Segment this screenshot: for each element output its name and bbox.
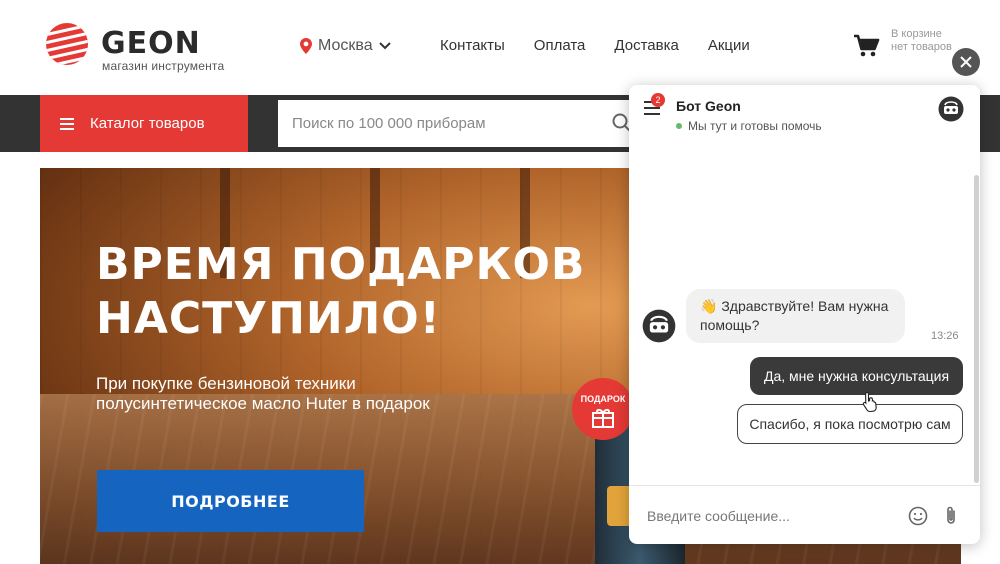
hand-cursor-icon xyxy=(862,391,877,413)
city-selector[interactable]: Москва xyxy=(300,36,391,56)
message-time: 13:26 xyxy=(931,330,959,342)
banner-subtitle: При покупке бензиновой техники полусинте… xyxy=(96,374,430,413)
bot-name: Бот Geon xyxy=(676,98,741,114)
geon-logo[interactable]: GEON магазин инструмента xyxy=(45,22,245,74)
nav-promotions[interactable]: Акции xyxy=(708,37,750,54)
search-box xyxy=(278,100,638,147)
bot-status-text: Мы тут и готовы помочь xyxy=(688,119,822,133)
catalog-button[interactable]: Каталог товаров xyxy=(40,95,248,152)
chat-composer xyxy=(629,485,980,544)
banner-title: ВРЕМЯ ПОДАРКОВ НАСТУПИЛО! xyxy=(96,239,586,344)
gift-label: ПОДАРОК xyxy=(580,394,626,404)
location-pin-icon xyxy=(300,38,312,54)
city-label: Москва xyxy=(318,37,373,54)
menu-icon xyxy=(60,117,74,130)
chat-widget: 2 Бот Geon Мы тут и готовы помочь 👋 Здра… xyxy=(629,85,980,544)
quick-reply-consultation[interactable]: Да, мне нужна консультация xyxy=(750,357,963,395)
nav-delivery[interactable]: Доставка xyxy=(614,37,678,54)
chat-header: 2 Бот Geon Мы тут и готовы помочь xyxy=(629,85,980,145)
notification-badge: 2 xyxy=(651,93,665,107)
cart-status[interactable]: В корзине нет товаров xyxy=(891,28,961,54)
search-input[interactable] xyxy=(290,114,594,133)
logo-subtitle: магазин инструмента xyxy=(102,59,225,73)
logo-text: GEON xyxy=(101,26,201,61)
bot-message: 👋 Здравствуйте! Вам нужна помощь? xyxy=(686,289,905,343)
nav-contacts[interactable]: Контакты xyxy=(440,37,505,54)
bot-avatar-icon xyxy=(938,96,964,122)
chevron-down-icon xyxy=(378,42,391,50)
gift-icon xyxy=(592,409,614,428)
more-button[interactable]: ПОДРОБНЕЕ xyxy=(97,470,364,532)
gift-badge: ПОДАРОК xyxy=(572,378,634,440)
bot-avatar-icon xyxy=(642,309,676,343)
attach-icon[interactable] xyxy=(943,505,959,527)
quick-reply-browse[interactable]: Спасибо, я пока посмотрю сам xyxy=(737,404,963,444)
emoji-icon[interactable] xyxy=(908,506,928,526)
main-nav: Контакты Оплата Доставка Акции xyxy=(440,37,750,54)
online-status-icon xyxy=(676,123,682,129)
cart-icon[interactable] xyxy=(852,32,880,60)
catalog-label: Каталог товаров xyxy=(90,115,205,132)
bot-status: Мы тут и готовы помочь xyxy=(676,119,822,133)
nav-payment[interactable]: Оплата xyxy=(534,37,586,54)
logo-mark-icon xyxy=(46,23,88,65)
site-header: GEON магазин инструмента Москва Контакты… xyxy=(0,0,1000,95)
close-chat-button[interactable] xyxy=(952,48,980,76)
chat-scrollbar[interactable] xyxy=(974,175,979,483)
message-input[interactable] xyxy=(645,507,899,525)
close-icon xyxy=(960,56,972,68)
